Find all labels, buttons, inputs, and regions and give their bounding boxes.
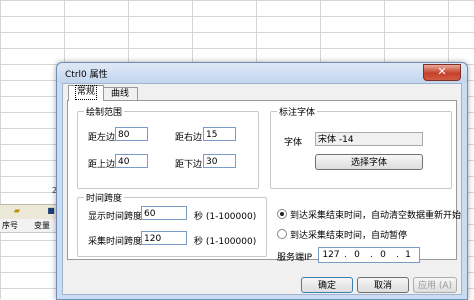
sample-span-input[interactable]: 120	[141, 231, 187, 245]
margin-right-input[interactable]: 15	[203, 127, 236, 141]
header-col-index: 序号	[2, 221, 18, 230]
server-ip-label: 服务端IP	[277, 253, 313, 263]
tab-panel-general: 绘制范围 距左边 80 距右边 15 距上边 40 距下边 30 标注字体 字体…	[67, 100, 461, 263]
folder-icon[interactable]: ▰	[12, 206, 22, 215]
margin-right-label: 距右边	[175, 133, 203, 143]
display-span-range: 秒 (1-100000)	[194, 212, 257, 222]
dialog-title: Ctrl0 属性	[65, 70, 108, 80]
ok-button[interactable]: 确定	[301, 277, 353, 293]
margin-bottom-label: 距下边	[175, 160, 203, 170]
group-draw-range-title: 绘制范围	[84, 105, 125, 118]
group-label-font-title: 标注字体	[277, 105, 318, 118]
ip-octet-4: 1	[405, 250, 411, 260]
sample-span-range: 秒 (1-100000)	[194, 237, 257, 247]
apply-button[interactable]: 应用 (A)	[413, 277, 457, 293]
tab-general-label: 常规	[74, 85, 98, 100]
close-button[interactable]: ✕	[423, 64, 461, 81]
font-display: 宋体 -14	[315, 132, 423, 146]
auto-clear-label: 到达采集结束时间，自动清空数据重新开始	[290, 211, 462, 221]
group-draw-range: 绘制范围 距左边 80 距右边 15 距上边 40 距下边 30	[77, 105, 259, 189]
header-col-variable: 变量	[34, 221, 50, 230]
margin-left-label: 距左边	[88, 133, 116, 143]
display-span-label: 显示时间跨度	[88, 212, 143, 222]
margin-top-input[interactable]: 40	[115, 154, 148, 168]
close-icon: ✕	[437, 65, 447, 78]
group-label-font: 标注字体 字体 宋体 -14 选择字体	[270, 105, 452, 189]
group-time-span-title: 时间跨度	[84, 191, 125, 204]
margin-bottom-input[interactable]: 30	[203, 154, 236, 168]
font-label: 字体	[284, 138, 303, 148]
auto-clear-radio[interactable]	[277, 209, 287, 219]
properties-dialog: Ctrl0 属性 ✕ 常规 曲线 绘制范围 距左边 80 距右边 15 距上边 …	[56, 62, 468, 300]
margin-left-input[interactable]: 80	[115, 127, 148, 141]
margin-top-label: 距上边	[88, 160, 116, 170]
auto-pause-radio[interactable]	[277, 229, 287, 239]
ip-octet-1: 127	[322, 250, 340, 260]
choose-font-button[interactable]: 选择字体	[315, 154, 423, 170]
ip-octet-3: 0	[380, 250, 386, 260]
tab-curve[interactable]: 曲线	[102, 87, 138, 101]
cancel-button[interactable]: 取消	[357, 277, 409, 293]
ip-octet-2: 0	[354, 250, 360, 260]
server-ip-input[interactable]: 127 . 0 . 0 . 1	[318, 247, 420, 263]
display-span-input[interactable]: 60	[141, 206, 187, 220]
dialog-titlebar[interactable]: Ctrl0 属性 ✕	[57, 63, 467, 83]
group-time-span: 时间跨度 显示时间跨度 60 秒 (1-100000) 采集时间跨度 120 秒…	[77, 191, 267, 257]
auto-pause-label: 到达采集结束时间，自动暂停	[290, 231, 408, 241]
dialog-client: 常规 曲线 绘制范围 距左边 80 距右边 15 距上边 40 距下边 30 标…	[62, 83, 462, 295]
save-icon[interactable]: ■	[46, 206, 56, 215]
background-header: 序号 变量	[0, 219, 60, 233]
sample-span-label: 采集时间跨度	[88, 237, 143, 247]
tab-general[interactable]: 常规	[68, 85, 104, 101]
